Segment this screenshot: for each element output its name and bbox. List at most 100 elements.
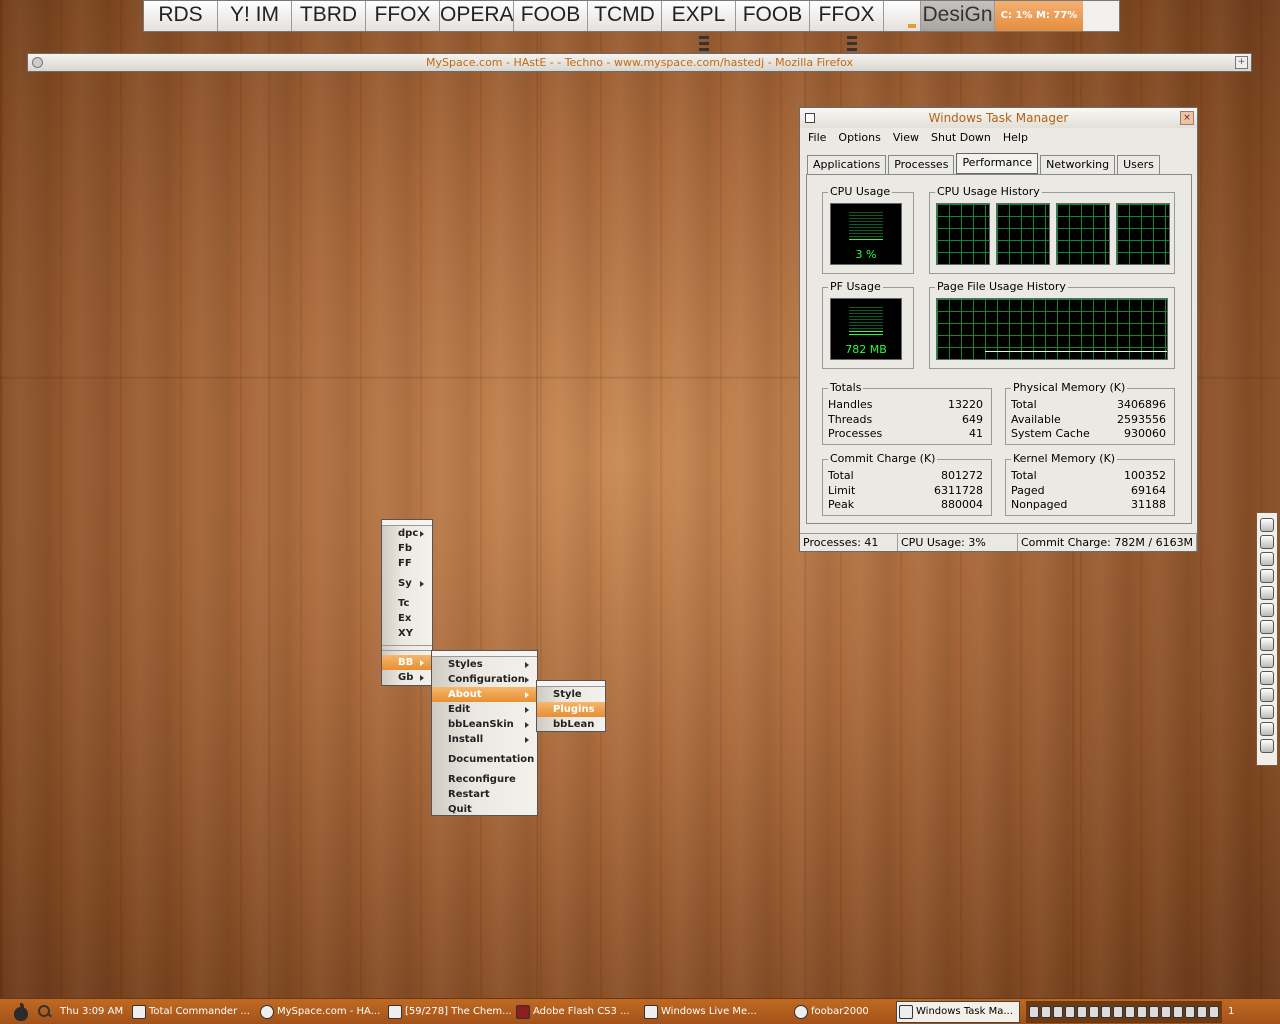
tools-icon[interactable] [1260, 637, 1274, 651]
task-chem[interactable]: [59/278] The Chem... [386, 1001, 514, 1023]
close-icon[interactable]: × [1180, 111, 1194, 125]
menu-item-sy[interactable]: Sy [382, 576, 432, 591]
menu-divider [382, 650, 432, 651]
launcher-opera-button[interactable]: OPERA [440, 1, 514, 31]
tab-applications[interactable]: Applications [807, 155, 887, 174]
firefox-icon[interactable] [1260, 586, 1274, 600]
menu-item-configuration[interactable]: Configuration [432, 672, 537, 687]
menu-item-restart[interactable]: Restart [432, 787, 537, 802]
launcher-tbrd-button[interactable]: TBRD [292, 1, 366, 31]
task-manager-icon[interactable] [805, 113, 815, 123]
launcher-ffox-button[interactable]: FFOX [366, 1, 440, 31]
menu-shut-down[interactable]: Shut Down [925, 128, 997, 148]
menu-options[interactable]: Options [832, 128, 886, 148]
restore-icon[interactable]: + [1235, 56, 1248, 69]
tray-icon[interactable] [1113, 1005, 1123, 1018]
tab-users[interactable]: Users [1117, 155, 1160, 174]
shield-icon[interactable] [1260, 552, 1274, 566]
menu-item-plugins[interactable]: Plugins [537, 702, 605, 717]
launcher-yim-button[interactable]: Y! IM [218, 1, 292, 31]
cpu-history-graph [996, 203, 1050, 265]
stat-row: Paged 69164 [1011, 483, 1166, 498]
terminal-icon[interactable] [1260, 654, 1274, 668]
smiley-icon[interactable] [1260, 671, 1274, 685]
menu-item-quit[interactable]: Quit [432, 802, 537, 817]
tray-icon[interactable] [1209, 1005, 1219, 1018]
opera-icon[interactable] [1260, 620, 1274, 634]
menu-item-tc[interactable]: Tc [382, 596, 432, 611]
menu-item-install[interactable]: Install [432, 732, 537, 747]
task-live-messenger[interactable]: Windows Live Me... [642, 1001, 792, 1023]
menu-item-styles[interactable]: Styles [432, 657, 537, 672]
task-manager-titlebar[interactable]: Windows Task Manager × [800, 108, 1197, 128]
menu-item-edit[interactable]: Edit [432, 702, 537, 717]
tray-icon[interactable] [1089, 1005, 1099, 1018]
globe-icon[interactable] [1260, 705, 1274, 719]
menu-item-ex[interactable]: Ex [382, 611, 432, 626]
menu-item-about[interactable]: About [432, 687, 537, 702]
launcher-design-button[interactable]: DesiGn [921, 1, 995, 31]
tray-icon[interactable] [1041, 1005, 1051, 1018]
pf-usage-gauge: 782 MB [830, 298, 902, 360]
launcher-label: TCMD [594, 3, 655, 26]
tab-performance[interactable]: Performance [956, 153, 1039, 174]
launcher-spacer-button[interactable] [884, 1, 921, 31]
menu-item-style[interactable]: Style [537, 687, 605, 702]
launcher-label: RDS [158, 3, 203, 26]
menu-item-ff[interactable]: FF [382, 556, 432, 571]
tray-icon[interactable] [1185, 1005, 1195, 1018]
apple-icon[interactable] [12, 1002, 30, 1021]
task-flash[interactable]: Adobe Flash CS3 ... [514, 1001, 642, 1023]
tray-icon[interactable] [1077, 1005, 1087, 1018]
task-myspace[interactable]: MySpace.com - HA... [258, 1001, 386, 1023]
users-icon[interactable] [1260, 688, 1274, 702]
monitor-icon[interactable] [1260, 535, 1274, 549]
cpu-history-graph [936, 203, 990, 265]
tray-icon[interactable] [1101, 1005, 1111, 1018]
tab-processes[interactable]: Processes [888, 155, 955, 174]
tray-icon[interactable] [1053, 1005, 1063, 1018]
menu-item-bbleanskin[interactable]: bbLeanSkin [432, 717, 537, 732]
stat-value: 100352 [1124, 469, 1166, 482]
firefox-icon[interactable] [32, 57, 43, 68]
launcher-tcmd-button[interactable]: TCMD [588, 1, 662, 31]
tray-icon[interactable] [1065, 1005, 1075, 1018]
clock-icon[interactable] [1260, 518, 1274, 532]
launcher-ffox2-button[interactable]: FFOX [810, 1, 884, 51]
system-monitor: C: 1% M: 77% [995, 1, 1083, 31]
menu-item-documentation[interactable]: Documentation [432, 752, 537, 767]
tray-icon[interactable] [1173, 1005, 1183, 1018]
firefox-titlebar[interactable]: MySpace.com - HAstE - - Techno - www.mys… [27, 53, 1252, 72]
menu-item-bblean[interactable]: bbLean [537, 717, 605, 732]
menu-item-bb[interactable]: BB [382, 655, 432, 670]
task-total-commander[interactable]: Total Commander ... [130, 1001, 258, 1023]
network-icon[interactable] [1260, 569, 1274, 583]
tray-icon[interactable] [1161, 1005, 1171, 1018]
document-icon[interactable] [1260, 603, 1274, 617]
tray-icon[interactable] [1029, 1005, 1039, 1018]
launcher-foob-button[interactable]: FOOB [514, 1, 588, 31]
tray-icon[interactable] [1197, 1005, 1207, 1018]
launcher-bar: RDS Y! IM TBRD FFOX OPERA FOOB TCMD EXPL… [143, 0, 1120, 51]
menu-file[interactable]: File [802, 128, 832, 148]
menu-item-reconfigure[interactable]: Reconfigure [432, 772, 537, 787]
tray-icon[interactable] [1137, 1005, 1147, 1018]
menu-item-fb[interactable]: Fb [382, 541, 432, 556]
tab-networking[interactable]: Networking [1040, 155, 1116, 174]
grid-icon[interactable] [1260, 739, 1274, 753]
task-foobar[interactable]: foobar2000 [792, 1001, 896, 1023]
launcher-foob2-button[interactable]: FOOB [736, 1, 810, 31]
menu-item-dpc[interactable]: dpc [382, 526, 432, 541]
group-title: Kernel Memory (K) [1011, 452, 1118, 465]
launcher-rds-button[interactable]: RDS [144, 1, 218, 31]
menu-view[interactable]: View [887, 128, 925, 148]
drive-icon[interactable] [1260, 722, 1274, 736]
search-icon[interactable] [38, 1004, 52, 1019]
tray-icon[interactable] [1149, 1005, 1159, 1018]
menu-item-xy[interactable]: XY [382, 626, 432, 641]
launcher-expl-button[interactable]: EXPL [662, 1, 736, 51]
menu-help[interactable]: Help [997, 128, 1034, 148]
tray-icon[interactable] [1125, 1005, 1135, 1018]
menu-item-gb[interactable]: Gb [382, 670, 432, 685]
task-task-manager[interactable]: Windows Task Ma... [896, 1000, 1020, 1023]
